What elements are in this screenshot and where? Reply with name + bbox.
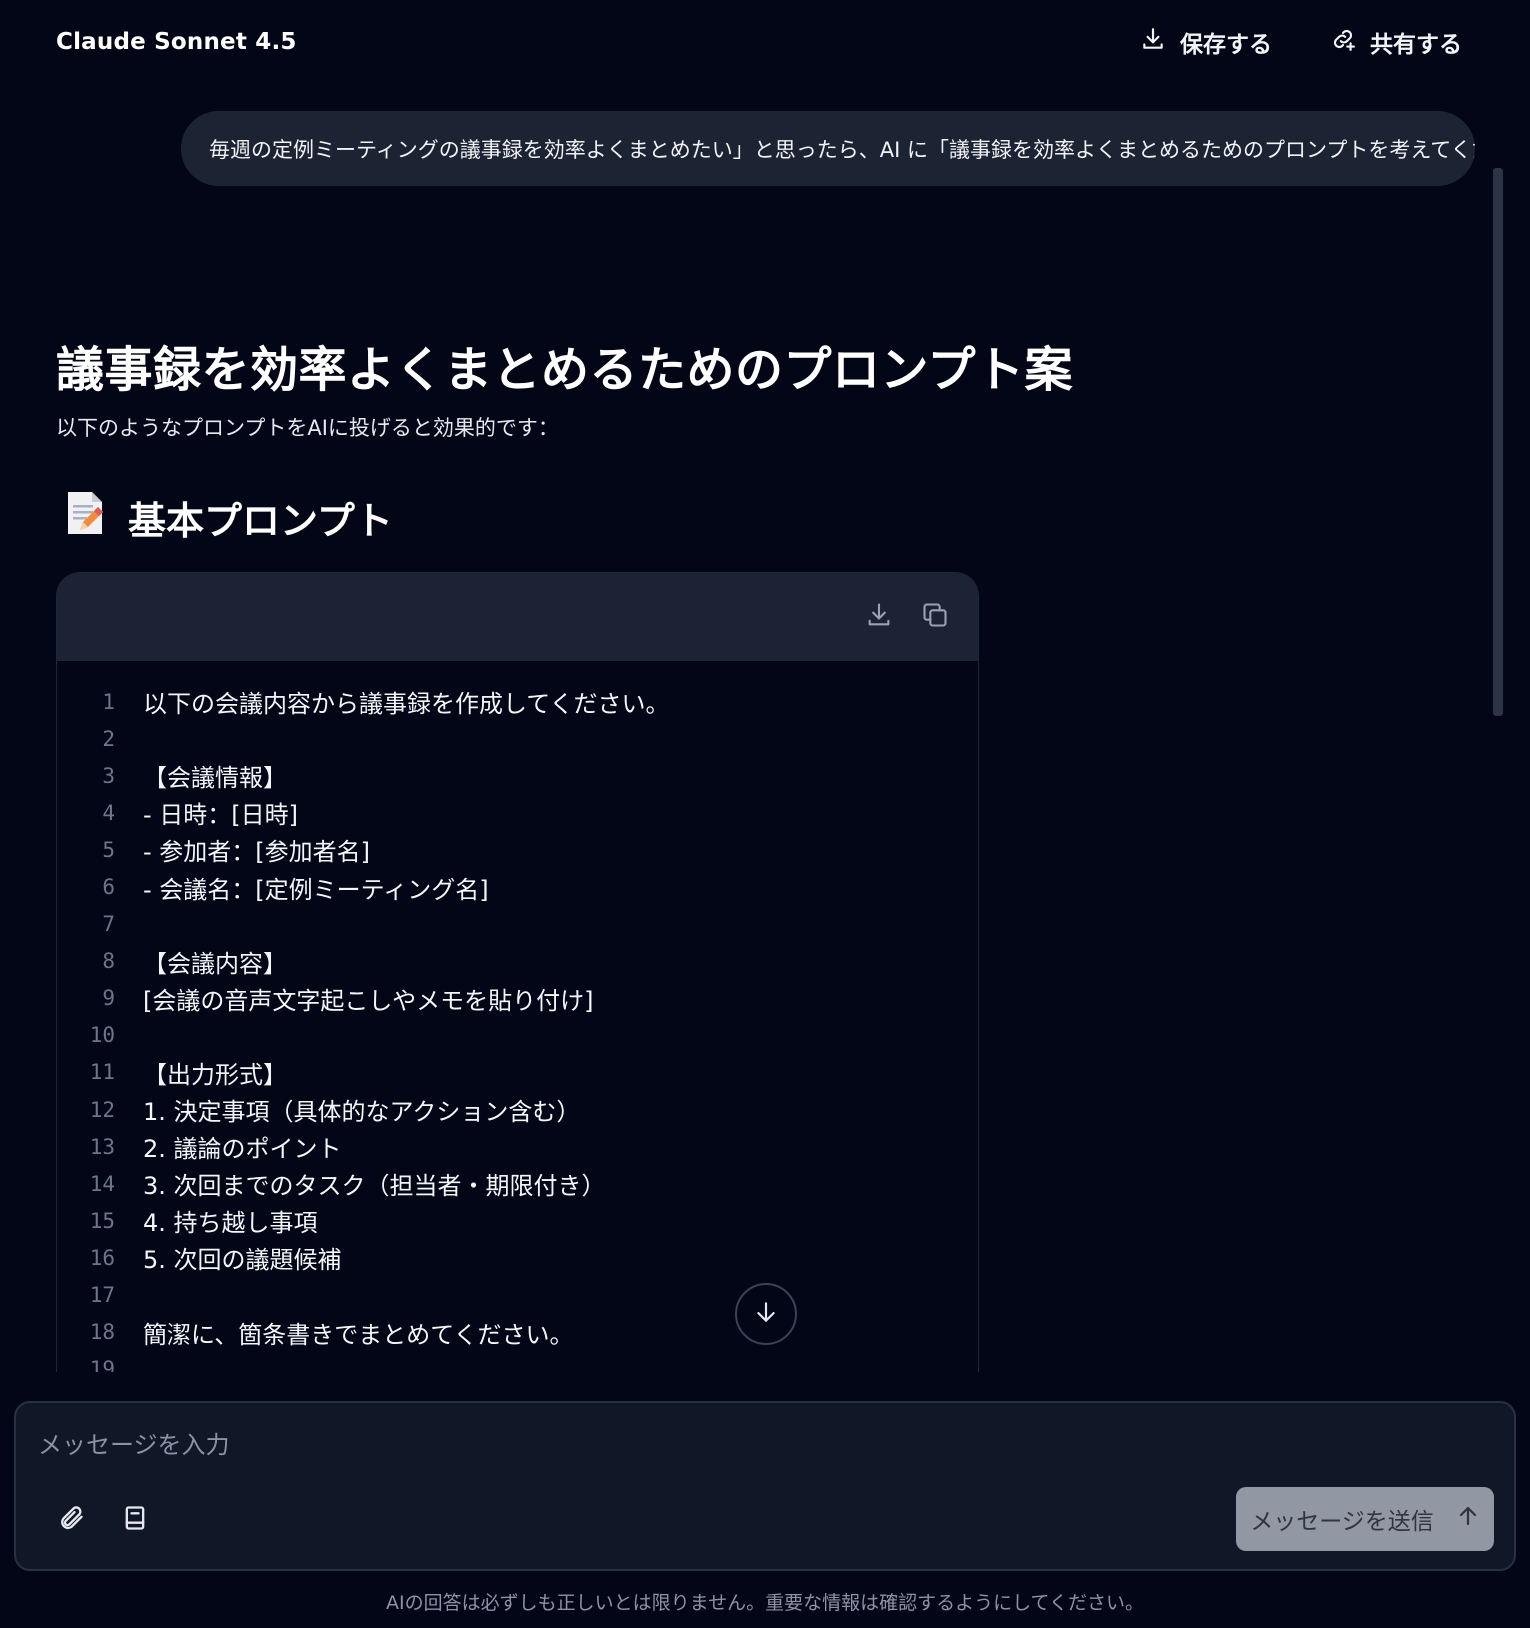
line-text: - 日時：[日時] [143,801,299,830]
code-block: 1 以下の会議内容から議事録を作成してください。 2 3 【会議情報】 4 - 日時：[日時… [56,572,979,1372]
code-line: 16 5. 次回の議題候補 [57,1239,978,1276]
code-line: 1 以下の会議内容から議事録を作成してください。 [57,683,978,720]
code-download-button[interactable] [864,602,894,632]
code-line: 4 - 日時：[日時] [57,794,978,831]
line-text: 【会議内容】 [143,949,287,978]
download-icon [865,601,893,633]
line-text: 4. 持ち越し事項 [143,1209,318,1238]
line-text: - 会議名：[定例ミーティング名] [143,875,489,904]
book-icon [121,1504,149,1536]
line-number: 6 [102,875,115,900]
header-actions: 保存する 共有する [1140,25,1462,59]
line-text: 簡潔に、箇条書きでまとめてください。 [143,1320,574,1349]
line-number: 5 [102,837,115,862]
line-number: 1 [102,689,115,714]
code-line: 14 3. 次回までのタスク（担当者・期限付き） [57,1165,978,1202]
arrow-up-icon [1456,1504,1480,1534]
share-label: 共有する [1370,32,1462,58]
line-number: 16 [89,1245,115,1270]
save-label: 保存する [1180,32,1272,58]
line-text: 【出力形式】 [143,1060,287,1089]
code-line: 18 簡潔に、箇条書きでまとめてください。 [57,1314,978,1351]
line-text: 1. 決定事項（具体的なアクション含む） [143,1098,581,1127]
code-line: 11 【出力形式】 [57,1054,978,1091]
line-text: - 参加者：[参加者名] [143,838,371,867]
line-number: 9 [102,986,115,1011]
share-button[interactable]: 共有する [1330,25,1462,59]
message-composer: メッセージを送信 [14,1401,1516,1571]
line-number: 15 [89,1208,115,1233]
disclaimer: AIの回答は必ずしも正しいとは限りません。重要な情報は確認するようにしてください… [386,1592,1144,1614]
code-line: 13 2. 議論のポイント [57,1128,978,1165]
copy-icon [921,601,949,633]
send-button[interactable]: メッセージを送信 [1236,1487,1494,1551]
code-toolbar [57,573,978,661]
code-line: 6 - 会議名：[定例ミーティング名] [57,868,978,905]
line-text: 3. 次回までのタスク（担当者・期限付き） [143,1172,606,1201]
line-text: 以下の会議内容から議事録を作成してください。 [143,690,670,719]
line-number: 3 [102,763,115,788]
download-icon [1140,26,1166,58]
scrollbar[interactable] [1493,168,1503,716]
line-text: 2. 議論のポイント [143,1135,342,1164]
line-number: 18 [89,1320,115,1345]
save-button[interactable]: 保存する [1140,25,1272,59]
line-number: 10 [89,1023,115,1048]
top-header: Claude Sonnet 4.5 保存する 共有する [0,0,1530,84]
code-copy-button[interactable] [920,602,950,632]
prompt-library-button[interactable] [118,1503,152,1537]
code-line: 12 1. 決定事項（具体的なアクション含む） [57,1091,978,1128]
code-line: 17 [57,1277,978,1314]
code-line: 7 [57,906,978,943]
line-number: 4 [102,800,115,825]
share-link-icon [1330,26,1356,58]
code-body: 1 以下の会議内容から議事録を作成してください。 2 3 【会議情報】 4 - 日時：[日時… [57,661,978,1372]
line-text: 5. 次回の議題候補 [143,1246,342,1275]
code-line: 9 [会議の音声文字起こしやメモを貼り付け] [57,980,978,1017]
line-number: 11 [89,1060,115,1085]
line-number: 7 [102,912,115,937]
line-text: [会議の音声文字起こしやメモを貼り付け] [143,986,594,1015]
send-label: メッセージを送信 [1250,1509,1434,1535]
user-message-bubble: 毎週の定例ミーティングの議事録を効率よくまとめたい」と思ったら、AI に「議事録… [181,111,1475,186]
scroll-to-bottom-button[interactable] [735,1283,797,1345]
memo-icon [64,490,106,545]
code-line: 15 4. 持ち越し事項 [57,1202,978,1239]
code-line: 10 [57,1017,978,1054]
code-line: 5 - 参加者：[参加者名] [57,831,978,868]
code-line: 2 [57,720,978,757]
response-intro: 以下のようなプロンプトをAIに投げると効果的です： [56,416,559,440]
attach-button[interactable] [54,1503,88,1537]
line-number: 13 [89,1134,115,1159]
model-name: Claude Sonnet 4.5 [56,29,297,55]
code-line: 19 [57,1351,978,1372]
section-heading-text: 基本プロンプト [128,499,393,543]
line-number: 2 [102,726,115,751]
response-title: 議事録を効率よくまとめるためのプロンプト案 [56,342,1074,398]
code-line: 8 【会議内容】 [57,943,978,980]
line-number: 17 [89,1283,115,1308]
message-input[interactable] [38,1425,1438,1465]
line-number: 14 [89,1171,115,1196]
chat-page: Claude Sonnet 4.5 保存する 共有する 毎週の定例ミーティングの… [0,0,1530,1628]
section-heading: 基本プロンプト [64,490,393,545]
code-line: 3 【会議情報】 [57,757,978,794]
line-number: 8 [102,949,115,974]
line-number: 19 [89,1357,115,1372]
line-number: 12 [89,1097,115,1122]
scrollbar-thumb[interactable] [1493,168,1503,716]
line-text: 【会議情報】 [143,764,287,793]
arrow-down-icon [753,1299,779,1329]
paperclip-icon [57,1504,85,1536]
